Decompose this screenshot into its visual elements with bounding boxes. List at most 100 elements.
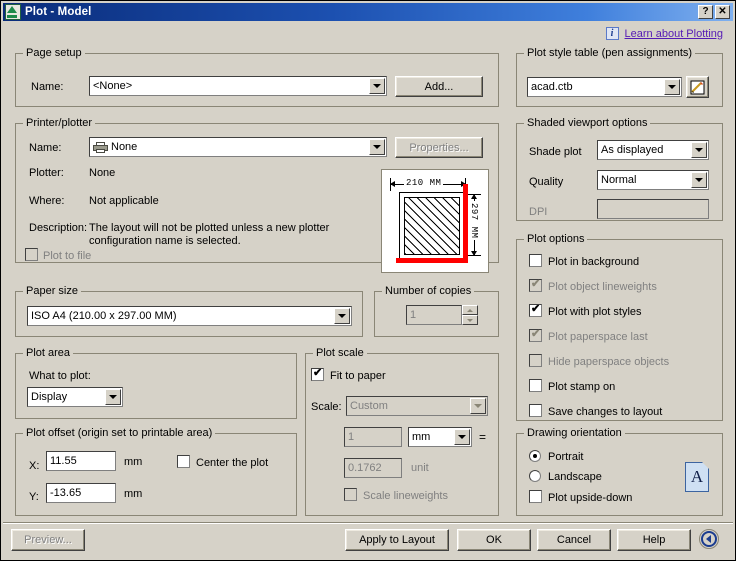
- plot-option-checkbox[interactable]: [529, 354, 542, 367]
- offset-y-input[interactable]: -13.65: [46, 483, 116, 503]
- paper-size-combo[interactable]: ISO A4 (210.00 x 297.00 MM): [27, 306, 352, 326]
- shade-plot-combo[interactable]: As displayed: [597, 140, 709, 160]
- scale-unit-value: mm: [412, 431, 431, 443]
- orientation-preview-letter: A: [690, 467, 704, 486]
- page-setup-name-label: Name:: [31, 81, 64, 93]
- plot-upside-down-checkbox[interactable]: [529, 490, 542, 503]
- portrait-radio[interactable]: [529, 450, 541, 462]
- chevron-down-icon[interactable]: [369, 78, 385, 94]
- page-setup-legend: Page setup: [23, 47, 85, 59]
- chevron-down-icon[interactable]: [454, 429, 470, 445]
- description-value-line2: configuration name is selected.: [89, 235, 241, 247]
- description-label: Description:: [29, 222, 88, 234]
- where-label: Where:: [29, 195, 65, 207]
- chevron-down-icon[interactable]: [470, 398, 486, 414]
- copies-stepper-up[interactable]: [462, 305, 478, 315]
- page-setup-name-combo[interactable]: <None>: [89, 76, 387, 96]
- apply-to-layout-button[interactable]: Apply to Layout: [345, 529, 449, 551]
- offset-x-label: X:: [29, 460, 40, 472]
- chevron-down-icon[interactable]: [691, 172, 707, 188]
- plotter-value: None: [89, 167, 116, 179]
- scale-denominator-input[interactable]: 0.1762: [344, 458, 402, 478]
- copies-input[interactable]: 1: [406, 305, 462, 325]
- collapse-arrow-icon[interactable]: [699, 529, 719, 549]
- center-the-plot-label: Center the plot: [196, 457, 269, 469]
- pencil-icon: [690, 80, 705, 94]
- dpi-input[interactable]: [597, 199, 709, 219]
- offset-x-units: mm: [124, 456, 143, 468]
- offset-x-input[interactable]: 11.55: [46, 451, 116, 471]
- plot-option-checkbox[interactable]: [529, 404, 542, 417]
- landscape-radio[interactable]: [529, 470, 541, 482]
- cancel-button[interactable]: Cancel: [537, 529, 611, 551]
- plot-option-label: Save changes to layout: [548, 406, 663, 418]
- printer-name-combo[interactable]: None: [89, 137, 387, 157]
- paper-size-value: ISO A4 (210.00 x 297.00 MM): [31, 310, 177, 322]
- edit-plot-style-table-button[interactable]: [686, 76, 709, 98]
- plot-style-table-legend: Plot style table (pen assignments): [524, 47, 696, 59]
- plot-option-label: Plot paperspace last: [548, 331, 648, 343]
- quality-combo[interactable]: Normal: [597, 170, 709, 190]
- printer-properties-button[interactable]: Properties...: [395, 137, 483, 158]
- center-the-plot-checkbox[interactable]: [177, 455, 190, 468]
- scale-numerator-input[interactable]: 1: [344, 427, 402, 447]
- plot-option-label: Hide paperspace objects: [548, 356, 670, 368]
- plot-dialog: Plot - Model ? ✕ i Learn about Plotting …: [0, 0, 736, 561]
- plot-option-label: Plot in background: [548, 256, 640, 268]
- what-to-plot-combo[interactable]: Display: [27, 387, 123, 407]
- plot-option-checkbox[interactable]: ✔: [529, 279, 542, 292]
- plot-option-label: Plot object lineweights: [548, 281, 657, 293]
- learn-about-plotting-link[interactable]: Learn about Plotting: [625, 28, 723, 40]
- plot-option-checkbox[interactable]: [529, 254, 542, 267]
- check-icon: ✔: [531, 303, 541, 315]
- ok-button[interactable]: OK: [457, 529, 531, 551]
- plot-option-checkbox[interactable]: ✔: [529, 329, 542, 342]
- plot-option-checkbox[interactable]: ✔: [529, 304, 542, 317]
- scale-lineweights-checkbox[interactable]: [344, 488, 357, 501]
- plot-offset-group: Plot offset (origin set to printable are…: [15, 427, 297, 516]
- what-to-plot-value: Display: [31, 391, 68, 403]
- offset-y-units: mm: [124, 488, 143, 500]
- title-bar: Plot - Model ? ✕: [3, 3, 733, 21]
- title-bar-buttons: ? ✕: [698, 5, 730, 19]
- plot-option-label: Plot with plot styles: [548, 306, 642, 318]
- plot-option-checkbox[interactable]: [529, 379, 542, 392]
- scale-combo[interactable]: Custom: [346, 396, 488, 416]
- plot-style-table-value: acad.ctb: [531, 81, 573, 93]
- printer-plotter-legend: Printer/plotter: [23, 117, 96, 129]
- help-button[interactable]: Help: [617, 529, 691, 551]
- page-setup-name-value: <None>: [93, 80, 133, 92]
- preview-margin-right: [463, 184, 468, 262]
- fit-to-paper-checkbox[interactable]: ✔: [311, 368, 324, 381]
- chevron-down-icon[interactable]: [105, 389, 121, 405]
- paper-size-legend: Paper size: [23, 285, 81, 297]
- quality-label: Quality: [529, 176, 564, 188]
- plot-offset-legend: Plot offset (origin set to printable are…: [23, 427, 216, 439]
- scale-unit-combo[interactable]: mm: [408, 427, 472, 447]
- footer-divider: [3, 522, 733, 524]
- plot-scale-legend: Plot scale: [313, 347, 367, 359]
- plot-area-legend: Plot area: [23, 347, 74, 359]
- chevron-down-icon[interactable]: [664, 79, 680, 95]
- plot-options-legend: Plot options: [524, 233, 588, 245]
- copies-stepper-down[interactable]: [462, 315, 478, 325]
- chevron-down-icon[interactable]: [369, 139, 385, 155]
- scale-equals-sign: =: [479, 430, 487, 444]
- what-to-plot-label: What to plot:: [29, 370, 91, 382]
- plot-style-table-combo[interactable]: acad.ctb: [527, 77, 682, 97]
- plot-to-file-label: Plot to file: [43, 250, 92, 262]
- add-page-setup-button[interactable]: Add...: [395, 76, 483, 97]
- preview-button[interactable]: Preview...: [11, 529, 85, 551]
- close-icon[interactable]: ✕: [715, 5, 730, 19]
- scale-lineweights-label: Scale lineweights: [363, 490, 448, 502]
- description-value-line1: The layout will not be plotted unless a …: [89, 222, 330, 234]
- copies-stepper[interactable]: [462, 305, 478, 325]
- help-titlebar-button[interactable]: ?: [698, 5, 713, 19]
- landscape-label: Landscape: [548, 471, 602, 483]
- chevron-down-icon[interactable]: [334, 308, 350, 324]
- fit-to-paper-label: Fit to paper: [330, 370, 386, 382]
- plot-to-file-checkbox[interactable]: [25, 248, 38, 261]
- quality-value: Normal: [601, 174, 637, 186]
- chevron-down-icon[interactable]: [691, 142, 707, 158]
- dpi-label: DPI: [529, 206, 548, 218]
